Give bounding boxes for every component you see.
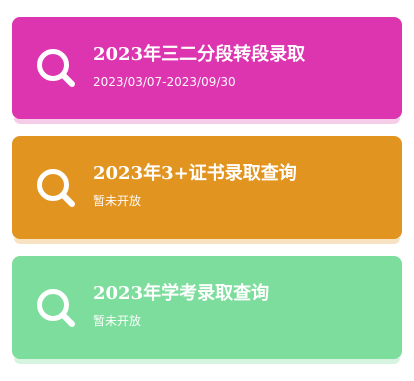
- card-status: 暂未开放: [93, 194, 142, 208]
- card-status: 暂未开放: [93, 314, 142, 328]
- card-title: 2023年三二分段转段录取: [93, 44, 306, 65]
- card-title: 2023年学考录取查询: [93, 283, 270, 304]
- card-date-range: 2023/03/07-2023/09/30: [93, 75, 236, 89]
- search-icon: [37, 168, 75, 207]
- search-icon: [37, 49, 75, 87]
- card-three-two-transfer[interactable]: 2023年三二分段转段录取 2023/03/07-2023/09/30: [12, 17, 402, 119]
- card-title: 2023年3+证书录取查询: [93, 163, 297, 184]
- search-icon: [37, 288, 75, 327]
- card-3plus-certificate[interactable]: 2023年3+证书录取查询 暂未开放: [12, 136, 402, 239]
- admission-query-list: 2023年三二分段转段录取 2023/03/07-2023/09/30 2023…: [0, 0, 414, 381]
- card-academic-exam[interactable]: 2023年学考录取查询 暂未开放: [12, 256, 402, 359]
